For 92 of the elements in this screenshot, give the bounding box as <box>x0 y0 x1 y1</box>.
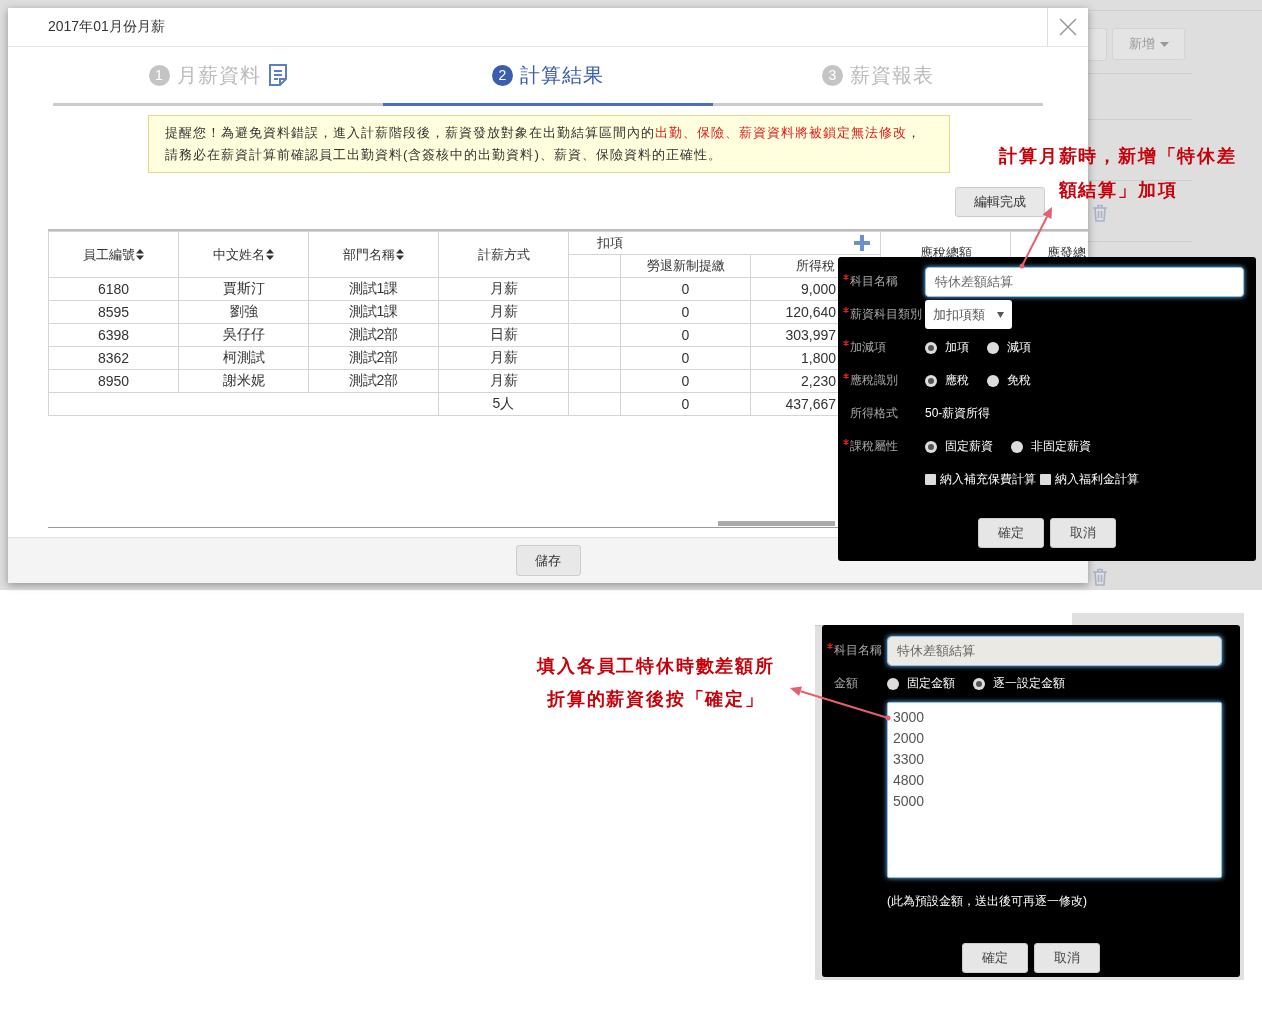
table-cell: 8362 <box>48 346 179 370</box>
confirm-button[interactable]: 確定 <box>978 518 1044 548</box>
table-cell: 柯測試 <box>178 346 309 370</box>
table-cell: 測試2部 <box>308 369 439 393</box>
radio-label: 免稅 <box>1007 372 1031 389</box>
radio-button[interactable] <box>1011 440 1023 453</box>
table-cell: 月薪 <box>438 300 569 324</box>
close-icon <box>1059 18 1077 36</box>
table-cell: 0 <box>620 277 751 301</box>
table-cell: 6180 <box>48 277 179 301</box>
radio-label: 加項 <box>945 339 969 356</box>
required-mark-icon <box>843 274 849 280</box>
save-button[interactable]: 儲存 <box>515 545 581 576</box>
scrollbar-thumb[interactable] <box>718 521 835 526</box>
checkbox-label: 納入福利金計算 <box>1055 471 1139 488</box>
field-label: 科目名稱 <box>834 642 882 659</box>
column-header[interactable]: 員工編號 <box>83 245 135 264</box>
radio-label: 非固定薪資 <box>1031 438 1091 455</box>
table-cell: 6398 <box>48 323 179 347</box>
total-cell: 0 <box>620 392 751 416</box>
required-mark-icon <box>843 340 849 346</box>
table-cell: 謝米妮 <box>178 369 309 393</box>
column-header[interactable]: 中文姓名 <box>213 245 265 264</box>
select-field[interactable]: 加扣項類 <box>925 300 1012 329</box>
table-cell: 0 <box>620 300 751 324</box>
sort-icon[interactable] <box>266 249 274 260</box>
table-cell: 測試2部 <box>308 346 439 370</box>
step-number-badge: 1 <box>148 64 170 86</box>
checkbox-label: 納入補充保費計算 <box>940 471 1036 488</box>
table-cell: 日薪 <box>438 323 569 347</box>
step-tab[interactable]: 2 計算結果 <box>383 47 713 106</box>
close-button[interactable] <box>1047 8 1088 46</box>
radio-label: 減項 <box>1007 339 1031 356</box>
radio-label: 應稅 <box>945 372 969 389</box>
checkbox[interactable] <box>1040 474 1051 485</box>
input-field[interactable]: 特休差額結算 <box>887 635 1222 666</box>
annotation-text: 計算月薪時，新增「特休差 <box>999 145 1237 167</box>
cancel-button[interactable]: 取消 <box>1050 518 1116 548</box>
cancel-button[interactable]: 取消 <box>1034 943 1100 973</box>
field-value: 50-薪資所得 <box>925 406 991 420</box>
column-header: 勞退新制提繳 <box>620 254 751 278</box>
radio-button[interactable] <box>925 341 937 354</box>
table-cell: 8595 <box>48 300 179 324</box>
column-header: 計薪方式 <box>477 245 530 264</box>
radio-button[interactable] <box>925 440 937 453</box>
total-cell: 5人 <box>438 392 569 416</box>
required-mark-icon <box>843 439 849 445</box>
hint-text: (此為預設金額，送出後可再逐一修改) <box>887 893 1087 908</box>
table-cell: 月薪 <box>438 277 569 301</box>
table-cell: 月薪 <box>438 369 569 393</box>
edit-done-button[interactable]: 編輯完成 <box>955 187 1045 217</box>
table-cell: 月薪 <box>438 346 569 370</box>
table-cell: 0 <box>620 369 751 393</box>
column-group-header: 扣項 <box>597 234 623 252</box>
required-mark-icon <box>843 307 849 313</box>
notice-message: 提醒您！為避免資料錯誤，進入計薪階段後，薪資發放對象在出勤結算區間內的 出勤、保險、薪資資料將被鎖定無法修改，請務必在薪資計算前確認員工出勤資料(含簽核中的出勤資料)、薪資、保險資料的正確性。 <box>148 115 950 173</box>
field-label: 課稅屬性 <box>850 438 898 455</box>
field-label: 金額 <box>834 675 858 692</box>
radio-button[interactable] <box>887 677 899 690</box>
table-cell: 測試2部 <box>308 323 439 347</box>
radio-label: 固定金額 <box>907 675 955 692</box>
annotation-text: 填入各員工特休時數差額所 <box>537 655 775 677</box>
table-cell: 劉強 <box>178 300 309 324</box>
confirm-button[interactable]: 確定 <box>962 943 1028 973</box>
table-cell: 0 <box>620 323 751 347</box>
sort-icon[interactable] <box>136 249 144 260</box>
step-number-badge: 3 <box>822 64 843 86</box>
amount-list-field[interactable]: 3000 2000 3300 4800 5000 <box>887 702 1222 878</box>
radio-label: 逐一設定金額 <box>993 675 1065 692</box>
step-number-badge: 2 <box>492 64 513 86</box>
radio-label: 固定薪資 <box>945 438 993 455</box>
radio-button[interactable] <box>973 677 985 690</box>
checkbox[interactable] <box>925 474 936 485</box>
table-cell: 8950 <box>48 369 179 393</box>
annotation-text: 折算的薪資後按「確定」 <box>547 688 765 710</box>
required-mark-icon <box>827 643 833 649</box>
table-cell: 測試1課 <box>308 277 439 301</box>
radio-button[interactable] <box>987 374 999 387</box>
dialog-title: 2017年01月份月薪 <box>47 18 166 36</box>
radio-button[interactable] <box>987 341 999 354</box>
radio-button[interactable] <box>925 374 937 387</box>
sort-icon[interactable] <box>396 249 404 260</box>
caret-icon <box>997 311 1004 318</box>
required-mark-icon <box>843 373 849 379</box>
table-cell: 吳仔仔 <box>178 323 309 347</box>
annotation-text: 額結算」加項 <box>1058 179 1178 201</box>
add-icon[interactable] <box>854 235 870 251</box>
table-cell: 0 <box>620 346 751 370</box>
column-header[interactable]: 部門名稱 <box>343 245 395 264</box>
table-cell: 測試1課 <box>308 300 439 324</box>
table-cell: 賈斯汀 <box>178 277 309 301</box>
input-field[interactable]: 特休差額結算 <box>925 266 1244 297</box>
